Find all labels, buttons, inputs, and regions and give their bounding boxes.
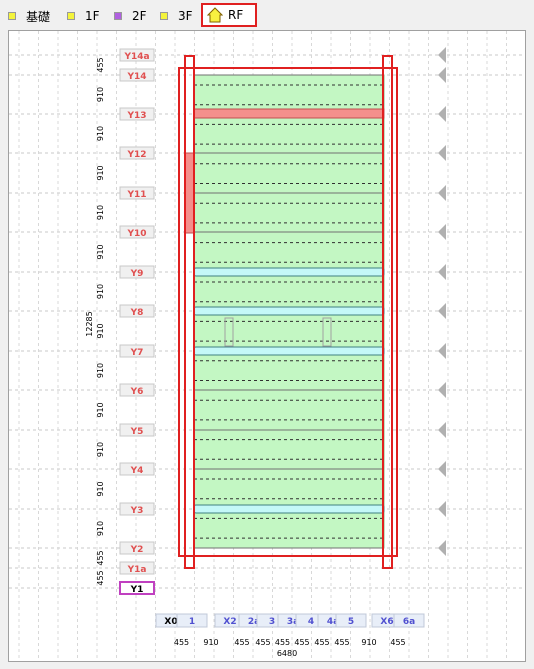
dim-x: 910 — [361, 638, 376, 647]
eave-outline-left — [184, 55, 195, 569]
tab-foundation[interactable]: 基礎 — [8, 4, 50, 28]
slope-marker — [438, 461, 446, 477]
grid-x-label: 4 — [308, 617, 314, 627]
dim-x: 910 — [203, 638, 218, 647]
dim-x: 455 — [275, 638, 290, 647]
dim-y: 910 — [96, 481, 105, 496]
roof-plan-canvas[interactable]: Y14a455Y14910Y13910Y12910Y11910Y10910Y99… — [9, 31, 525, 661]
dim-x: 455 — [294, 638, 309, 647]
tab-label: RF — [228, 8, 244, 22]
slope-marker — [438, 382, 446, 398]
dim-x: 455 — [334, 638, 349, 647]
slope-marker — [438, 185, 446, 201]
tab-2f[interactable]: 2F — [114, 4, 147, 28]
slope-marker — [438, 540, 446, 556]
dim-y-total: 12285 — [85, 311, 94, 336]
slope-marker — [438, 501, 446, 517]
beam-cyan — [193, 346, 385, 356]
slope-marker — [438, 47, 446, 63]
dim-x: 455 — [234, 638, 249, 647]
tab-rf[interactable]: RF — [201, 3, 257, 27]
dim-y: 455 — [96, 57, 105, 72]
dim-y: 910 — [96, 87, 105, 102]
dim-y: 910 — [96, 521, 105, 536]
grid-x-label: 3 — [269, 617, 275, 627]
dim-y: 910 — [96, 165, 105, 180]
tab-label: 3F — [178, 9, 193, 23]
grid-y-label: Y4 — [130, 466, 144, 476]
dim-x: 455 — [314, 638, 329, 647]
beam-pink — [193, 108, 385, 119]
floor-color-swatch — [114, 12, 122, 20]
slope-marker — [438, 303, 446, 319]
grid-y-label: Y12 — [126, 150, 146, 160]
grid-y-label: Y1a — [127, 565, 147, 575]
tab-label: 1F — [85, 9, 100, 23]
dim-y: 910 — [96, 244, 105, 259]
grid-y-label: Y13 — [126, 111, 146, 121]
floor-color-swatch — [8, 12, 16, 20]
floor-tab-bar: 基礎 1F 2F 3F RF — [0, 0, 534, 30]
tab-1f[interactable]: 1F — [67, 4, 100, 28]
grid-x-label: 5 — [348, 617, 354, 627]
dim-y: 910 — [96, 323, 105, 338]
beam-cyan — [193, 504, 385, 514]
grid-y-label: Y8 — [130, 308, 144, 318]
grid-y-label: Y5 — [130, 427, 144, 437]
dim-y: 910 — [96, 363, 105, 378]
dim-y: 910 — [96, 284, 105, 299]
grid-y-label: Y14a — [123, 52, 149, 62]
beam-cyan — [193, 267, 385, 277]
slope-marker — [438, 67, 446, 83]
grid-y-label: Y10 — [126, 229, 146, 239]
dim-x-total: 6480 — [277, 649, 297, 658]
tab-3f[interactable]: 3F — [160, 4, 193, 28]
tab-label: 2F — [132, 9, 147, 23]
dim-x: 455 — [390, 638, 405, 647]
beam-pink-vertical — [184, 152, 195, 234]
beam-cyan — [193, 306, 385, 316]
slope-marker — [438, 106, 446, 122]
dim-y: 455 — [96, 570, 105, 585]
dim-y: 910 — [96, 205, 105, 220]
dim-x: 455 — [174, 638, 189, 647]
grid-x-label: 6a — [403, 617, 415, 627]
dim-y: 910 — [96, 126, 105, 141]
floor-color-swatch — [160, 12, 168, 20]
slope-marker — [438, 264, 446, 280]
dim-y: 910 — [96, 402, 105, 417]
grid-y-label: Y2 — [130, 545, 144, 555]
tab-label: 基礎 — [26, 9, 51, 24]
dim-y: 455 — [96, 550, 105, 565]
plan-viewport[interactable]: Y14a 455 Y14 910 Y13 910 Y12 910 Y11 910 Y10 910 Y9 9… — [8, 30, 526, 662]
grid-x-label: X0 — [164, 617, 177, 627]
dim-x: 455 — [255, 638, 270, 647]
dim-y: 910 — [96, 442, 105, 457]
house-icon — [207, 7, 223, 23]
slope-marker — [438, 145, 446, 161]
slope-marker — [438, 224, 446, 240]
grid-y-label: Y6 — [130, 387, 144, 397]
grid-x-label: 1 — [189, 617, 195, 627]
grid-x-label: X2 — [223, 617, 236, 627]
slope-marker — [438, 343, 446, 359]
grid-y-label: Y9 — [130, 269, 144, 279]
grid-y-label: Y14 — [126, 72, 146, 82]
grid-y-label: Y1 — [130, 585, 144, 595]
floor-color-swatch — [67, 12, 75, 20]
grid-x-label: X6 — [380, 617, 393, 627]
grid-y-label: Y7 — [130, 348, 144, 358]
grid-y-label: Y11 — [126, 190, 146, 200]
grid-y-label: Y3 — [130, 506, 144, 516]
slope-marker — [438, 422, 446, 438]
